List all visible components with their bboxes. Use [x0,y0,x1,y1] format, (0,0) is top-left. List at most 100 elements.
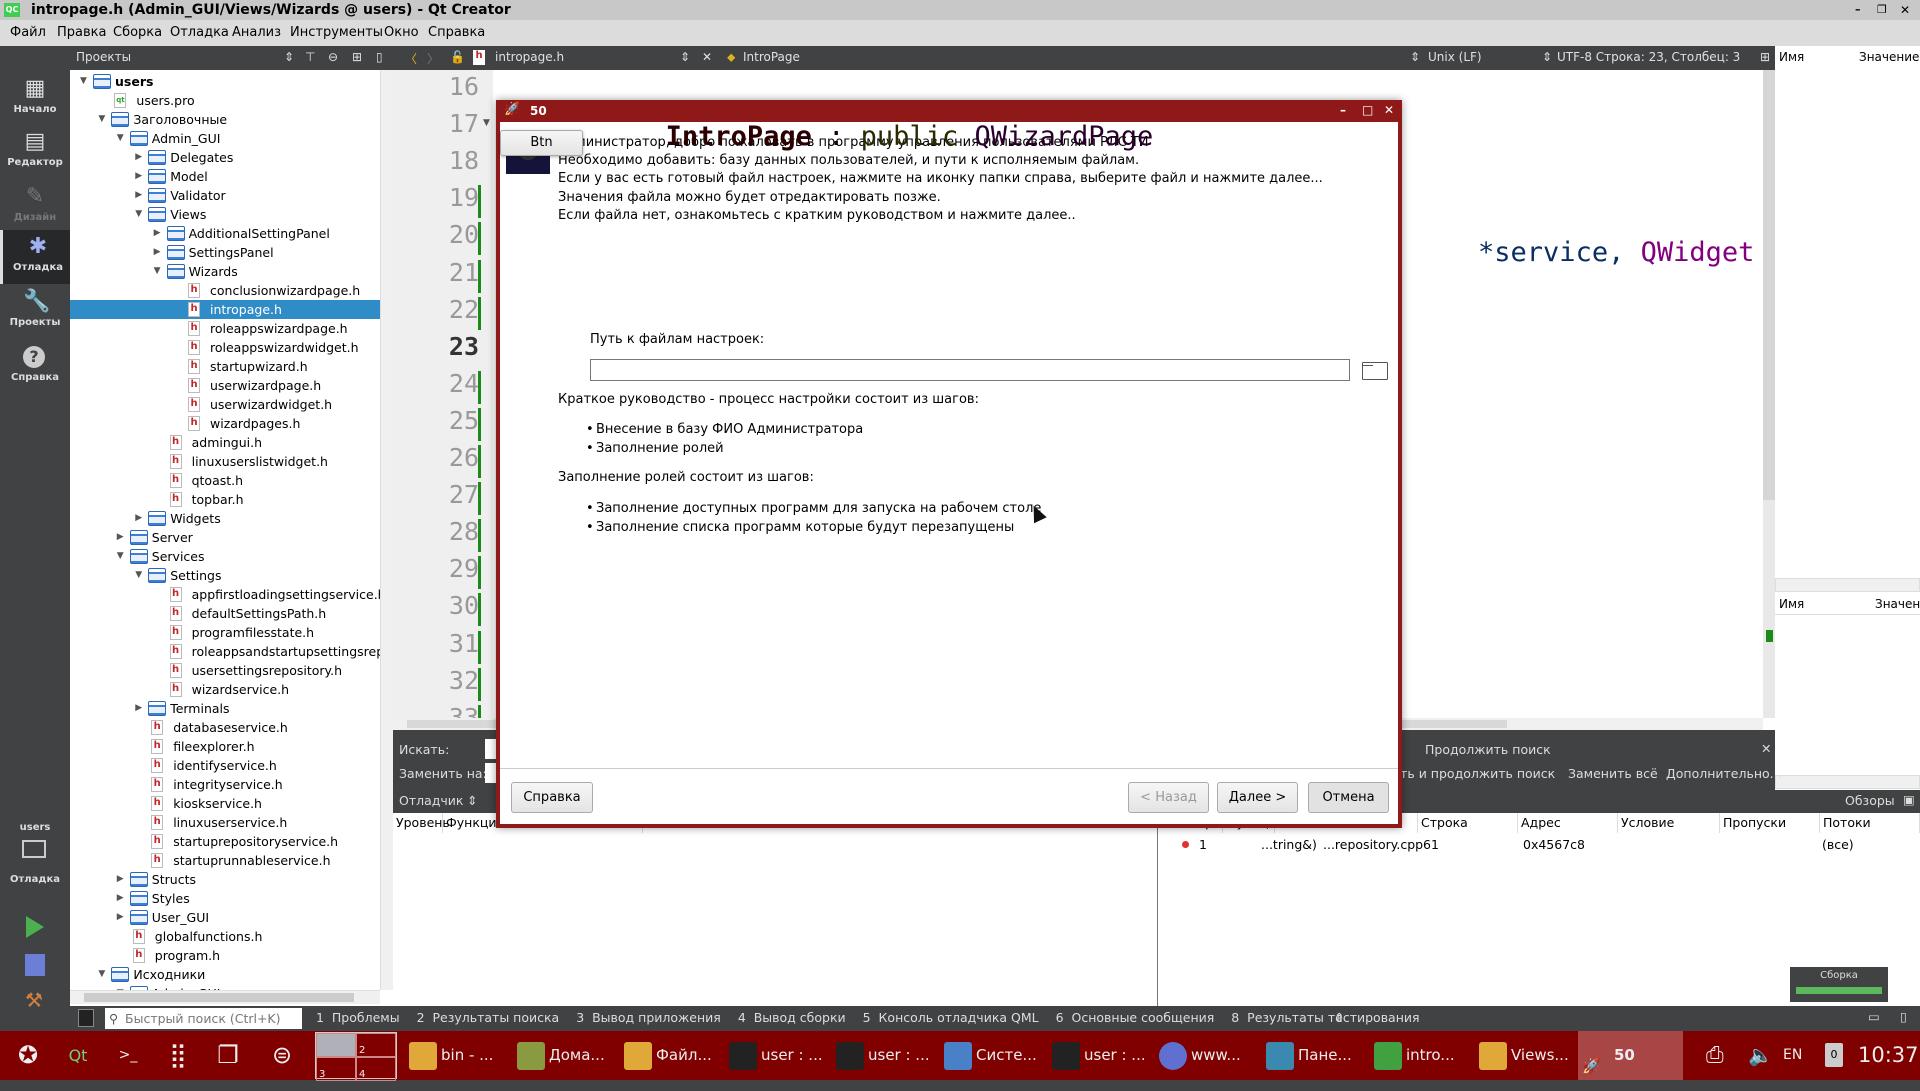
debugger-selector[interactable]: Отладчик [399,793,463,808]
tree-item[interactable]: ▶ Model [70,167,380,186]
editor-vertical-scrollbar[interactable] [1763,70,1775,718]
taskbar-window-button[interactable]: intro... [1370,1031,1455,1080]
tree-item[interactable]: h roleappswizardpage.h [70,319,380,338]
column-name[interactable]: Имя [1779,597,1804,611]
back-icon[interactable]: 〈 [405,50,417,67]
expanded-arrow-icon[interactable]: ▼ [98,110,105,129]
column-value[interactable]: Значение [1859,50,1919,64]
run-icon[interactable] [26,916,44,938]
sort-arrows-icon[interactable]: ⇕ [680,50,690,64]
expanded-arrow-icon[interactable]: ▼ [80,72,87,91]
tree-item[interactable]: ▶ User_GUI [70,908,380,927]
close-document-icon[interactable]: ✕ [702,50,712,64]
cursor-position[interactable]: UTF-8 Строка: 23, Столбец: 3 [1557,50,1740,64]
tree-item[interactable]: h userwizardpage.h [70,376,380,395]
line-ending-selector[interactable]: Unix (LF) [1428,50,1482,64]
volume-icon[interactable]: 🔈 [1748,1031,1773,1080]
tree-item[interactable]: ▶ Validator [70,186,380,205]
tree-item[interactable]: ▶ Styles [70,889,380,908]
dialog-close-button[interactable]: ✕ [1384,103,1394,117]
mode-document[interactable]: ▤ Редактор [0,125,70,179]
cabinet-icon[interactable]: ⊜ [262,1031,302,1080]
menu-item[interactable]: Окно [384,25,419,40]
taskbar-window-button[interactable]: Пане... [1262,1031,1352,1080]
dialog-minimize-button[interactable]: – [1340,103,1346,117]
filter-icon[interactable]: ⊤ [305,50,315,64]
symbol-selector[interactable]: IntroPage [743,50,800,64]
split-icon[interactable]: ⊞ [1760,50,1770,64]
column-header[interactable]: Пропуски [1720,813,1820,833]
quick-search-input[interactable]: ⚲ Быстрый поиск (Ctrl+K) [105,1008,302,1029]
tree-item[interactable]: h linuxuserservice.h [70,813,380,832]
tree-item[interactable]: ▶ Terminals [70,699,380,718]
tree-item[interactable]: h integrityservice.h [70,775,380,794]
tree-item[interactable]: ▶ SettingsPanel [70,243,380,262]
debug-run-icon[interactable] [25,954,45,976]
tree-item[interactable]: h startupwizard.h [70,357,380,376]
mode-wrench[interactable]: 🔧 Проекты [0,285,70,339]
mode-pencil[interactable]: ✎ Дизайн [0,180,70,234]
collapsed-arrow-icon[interactable]: ▶ [135,186,142,205]
toggle-sidebar-icon[interactable] [78,1009,94,1027]
column-header[interactable]: Адрес [1518,813,1618,833]
views-button[interactable]: Обзоры [1845,793,1895,808]
split-icon[interactable]: ⊞ [352,50,362,64]
tree-item[interactable]: h linuxuserslistwidget.h [70,452,380,471]
keyboard-layout[interactable]: EN [1783,1031,1802,1080]
menu-item[interactable]: Правка [57,25,106,40]
expressions-horizontal-scrollbar[interactable] [1775,775,1920,789]
build-indicator[interactable]: Сборка [1790,967,1888,1002]
dialog-titlebar[interactable]: 🚀 50 – □ ✕ [496,100,1402,122]
menu-item[interactable]: Справка [428,25,485,40]
workspace-4[interactable]: 4 [356,1057,396,1081]
tree-item[interactable]: h topbar.h [70,490,380,509]
tree-item[interactable]: h conclusionwizardpage.h [70,281,380,300]
tree-item[interactable]: h roleappswizardwidget.h [70,338,380,357]
collapsed-arrow-icon[interactable]: ▶ [135,148,142,167]
help-button[interactable]: Справка [511,782,593,813]
tree-item[interactable]: h appfirstloadingsettingservice.h [70,585,386,604]
menu-item[interactable]: Отладка [170,25,229,40]
tree-item[interactable]: h program.h [70,946,380,965]
collapsed-arrow-icon[interactable]: ▶ [135,509,142,528]
tree-item[interactable]: ▶ Structs [70,870,380,889]
output-tab[interactable]: 5 Консоль отладчика QML [863,1010,1039,1025]
workspace-1[interactable]: 1 [316,1033,356,1057]
cancel-button[interactable]: Отмена [1308,782,1389,813]
expanded-arrow-icon[interactable]: ▼ [117,547,124,566]
tree-item[interactable]: h intropage.h [70,300,380,319]
kit-selector-monitor-icon[interactable] [22,840,46,858]
tree-item[interactable]: h identifyservice.h [70,756,380,775]
back-button[interactable]: < Назад [1128,782,1209,813]
collapsed-arrow-icon[interactable]: ▶ [135,699,142,718]
collapsed-arrow-icon[interactable]: ▶ [135,167,142,186]
collapsed-arrow-icon[interactable]: ▶ [117,528,124,547]
mode-grid[interactable]: ▦ Начало [0,72,70,126]
tree-item[interactable]: ▼ users [70,72,380,91]
tree-item[interactable]: h qtoast.h [70,471,380,490]
taskbar-window-button[interactable]: Дома... [513,1031,605,1080]
tree-item[interactable]: h kioskservice.h [70,794,380,813]
minimize-button[interactable]: – [1855,0,1861,20]
taskbar-window-button[interactable]: user : ... [725,1031,823,1080]
mode-help[interactable]: ? Справка [0,340,70,394]
tree-item[interactable]: h startuprunnableservice.h [70,851,380,870]
expanded-arrow-icon[interactable]: ▼ [117,129,124,148]
taskbar-window-button[interactable]: Views... [1475,1031,1569,1080]
menu-item[interactable]: Анализ [232,25,281,40]
tree-item[interactable]: ▼ Заголовочные [70,110,380,129]
column-header[interactable]: Уровень [393,813,450,833]
collapsed-arrow-icon[interactable]: ▶ [117,870,124,889]
next-button[interactable]: Далее > [1217,782,1298,813]
sort-arrows-icon[interactable]: ⇕ [467,793,477,808]
collapsed-arrow-icon[interactable]: ▶ [117,889,124,908]
tree-item[interactable]: h programfilesstate.h [70,623,380,642]
qt-icon[interactable]: Qt [58,1031,98,1080]
column-header[interactable]: Условие [1618,813,1720,833]
settings-path-input[interactable] [590,359,1350,381]
tree-item[interactable]: ▼ Wizards [70,262,380,281]
tree-item[interactable]: ▼ Views [70,205,380,224]
tree-horizontal-scrollbar[interactable] [70,990,380,1004]
tree-vertical-scrollbar[interactable] [380,70,393,990]
close-pane-icon[interactable]: ▯ [376,50,383,64]
